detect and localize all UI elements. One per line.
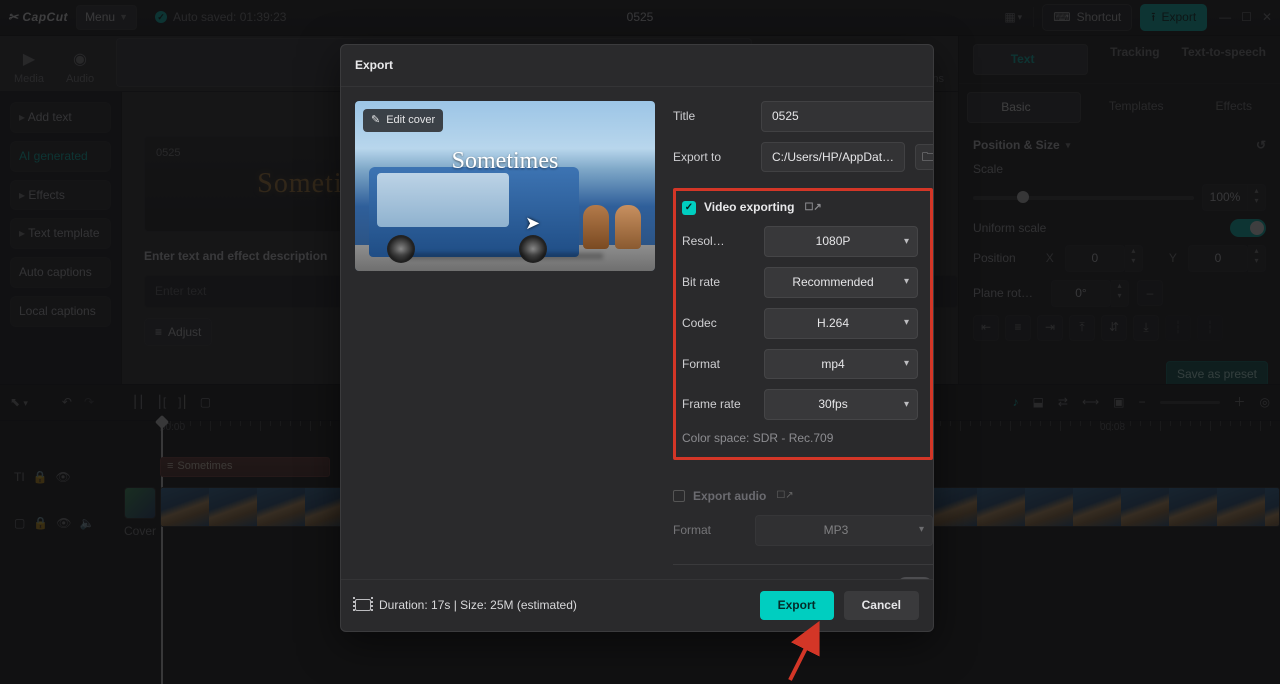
export-dialog: Export Sometimes ✎ Edit cover ➤ Title 05… [340, 44, 934, 632]
divider [673, 564, 933, 565]
duration-text: Duration: 17s | Size: 25M (estimated) [379, 597, 577, 614]
export-audio-label: Export audio [693, 488, 766, 505]
codec-label: Codec [682, 315, 754, 332]
resolution-select[interactable]: 1080P▾ [764, 226, 918, 257]
audio-checkbox[interactable] [673, 490, 685, 502]
cover-overlay-text: Sometimes [452, 145, 559, 179]
resolution-label: Resol… [682, 233, 754, 250]
cursor-icon: ➤ [525, 211, 540, 236]
link-out-icon[interactable]: ☐↗ [804, 201, 821, 215]
export-to-label: Export to [673, 149, 751, 166]
title-label: Title [673, 108, 751, 125]
audio-format-select: MP3▾ [755, 515, 933, 546]
copyright-label: Run a copyright check [673, 577, 792, 579]
format-label: Format [682, 356, 754, 373]
bitrate-select[interactable]: Recommended▾ [764, 267, 918, 298]
export-audio-section: Export audio ☐↗ Format MP3▾ [673, 488, 933, 546]
video-exporting-checkbox[interactable]: ✓ Video exporting ☐↗ [682, 199, 918, 216]
chevron-down-icon: ▾ [919, 523, 924, 537]
chevron-down-icon: ▾ [904, 275, 909, 289]
checkbox-checked-icon: ✓ [682, 201, 696, 215]
export-to-row: Export to C:/Users/HP/AppDat… 🗀 [673, 142, 933, 173]
copyright-toggle[interactable] [897, 577, 933, 579]
dialog-footer: Duration: 17s | Size: 25M (estimated) Ex… [341, 579, 933, 631]
chevron-down-icon: ▾ [904, 398, 909, 412]
video-exporting-label: Video exporting [704, 199, 794, 216]
title-input[interactable]: 0525 [761, 101, 933, 132]
format-select[interactable]: mp4▾ [764, 349, 918, 380]
pencil-icon: ✎ [371, 113, 380, 128]
chevron-down-icon: ▾ [904, 316, 909, 330]
chevron-down-icon: ▾ [904, 235, 909, 249]
film-icon [355, 599, 371, 611]
folder-icon[interactable]: 🗀 [915, 144, 933, 170]
export-to-input[interactable]: C:/Users/HP/AppDat… [761, 142, 905, 173]
edit-cover-label: Edit cover [386, 113, 435, 128]
cancel-button[interactable]: Cancel [844, 591, 919, 620]
edit-cover-button[interactable]: ✎ Edit cover [363, 109, 443, 132]
audio-format-label: Format [673, 522, 745, 539]
link-out-icon[interactable]: ☐↗ [776, 489, 793, 503]
framerate-select[interactable]: 30fps▾ [764, 389, 918, 420]
bitrate-label: Bit rate [682, 274, 754, 291]
framerate-label: Frame rate [682, 396, 754, 413]
dialog-title: Export [341, 45, 933, 87]
color-space-text: Color space: SDR - Rec.709 [682, 430, 918, 447]
chevron-down-icon: ▾ [904, 357, 909, 371]
export-confirm-button[interactable]: Export [760, 591, 834, 620]
title-row: Title 0525 [673, 101, 933, 132]
codec-select[interactable]: H.264▾ [764, 308, 918, 339]
video-exporting-highlight: ✓ Video exporting ☐↗ Resol… 1080P▾ Bit r… [673, 188, 933, 460]
copyright-row: Run a copyright check i [673, 577, 933, 579]
cover-preview: Sometimes ✎ Edit cover ➤ [355, 101, 655, 271]
duration-info: Duration: 17s | Size: 25M (estimated) [355, 597, 577, 614]
